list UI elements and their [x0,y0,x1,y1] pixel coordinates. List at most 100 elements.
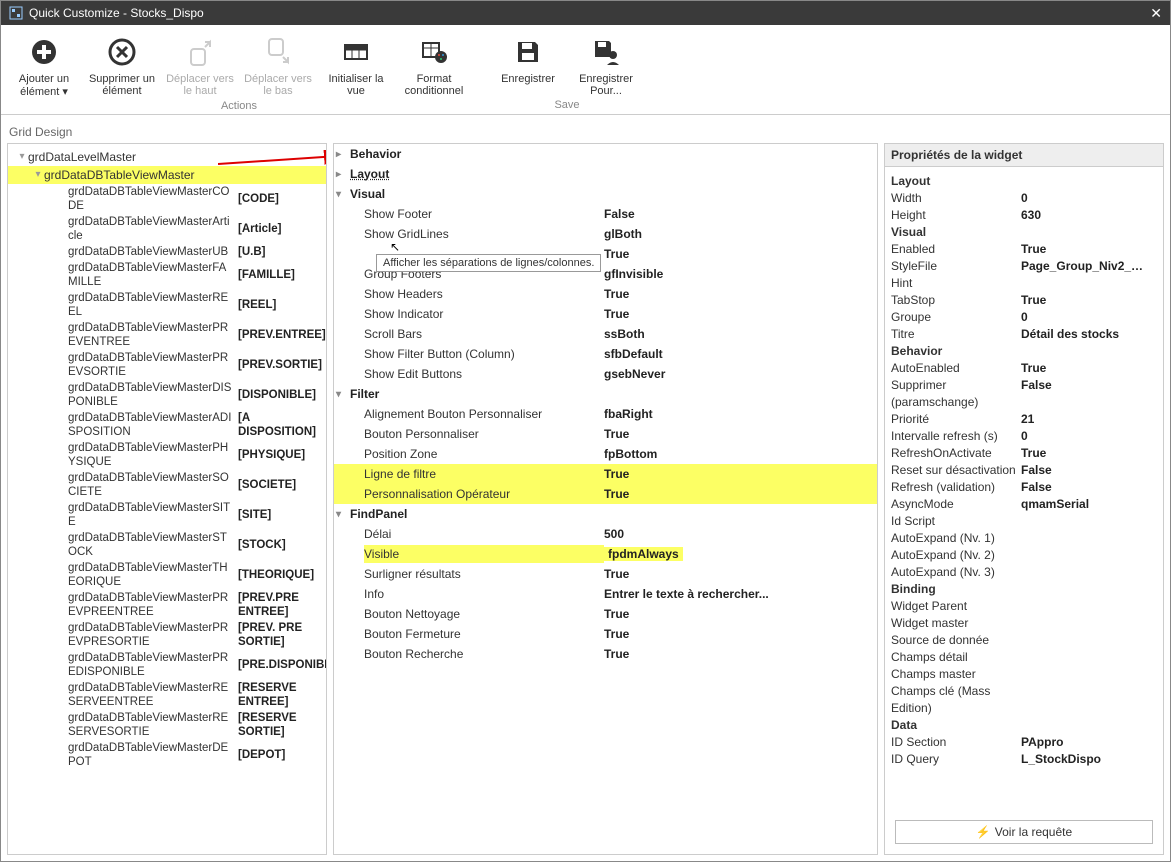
column-name: grdDataDBTableViewMasterSITE [68,501,238,529]
widget-prop-value: 0 [1021,190,1157,207]
tree-column[interactable]: grdDataDBTableViewMasterRESERVESORTIE[RE… [8,710,326,740]
property-row[interactable]: Bouton RechercheTrue [334,644,877,664]
widget-property-row[interactable]: Reset sur désactivationFalse [891,462,1157,479]
tree-column[interactable]: grdDataDBTableViewMasterCODE[CODE] [8,184,326,214]
widget-property-row[interactable]: ID QueryL_StockDispo [891,751,1157,768]
plus-circle-icon [27,35,61,69]
property-row[interactable]: Show FooterFalse [334,204,877,224]
widget-property-row[interactable]: Groupe0 [891,309,1157,326]
move-down-label: Déplacer vers le bas [243,73,313,97]
property-row[interactable]: Délai500 [334,524,877,544]
property-row[interactable]: Bouton NettoyageTrue [334,604,877,624]
widget-property-row[interactable]: AutoExpand (Nv. 2) [891,547,1157,564]
widget-property-row[interactable]: Width0 [891,190,1157,207]
widget-property-row[interactable]: Source de donnée [891,632,1157,649]
tree-column[interactable]: grdDataDBTableViewMasterUB[U.B] [8,244,326,260]
tree-column[interactable]: grdDataDBTableViewMasterTHEORIQUE[THEORI… [8,560,326,590]
close-icon[interactable]: ✕ [1150,5,1162,22]
section-layout[interactable]: ▸Layout [334,164,877,184]
section-findpanel[interactable]: ▾FindPanel [334,504,877,524]
tree-column[interactable]: grdDataDBTableViewMasterSTOCK[STOCK] [8,530,326,560]
widget-prop-value [1021,666,1157,683]
move-up-button[interactable]: Déplacer vers le haut [165,31,235,98]
property-key: Show Headers [364,285,604,303]
property-row[interactable]: Show HeadersTrue [334,284,877,304]
tree-column[interactable]: grdDataDBTableViewMasterREEL[REEL] [8,290,326,320]
tree-column[interactable]: grdDataDBTableViewMasterDEPOT[DEPOT] [8,740,326,770]
property-row[interactable]: VisiblefpdmAlways [334,544,877,564]
tree-column[interactable]: grdDataDBTableViewMasterDISPONIBLE[DISPO… [8,380,326,410]
tree-column[interactable]: grdDataDBTableViewMasterRESERVEENTREE[RE… [8,680,326,710]
move-down-button[interactable]: Déplacer vers le bas [243,31,313,98]
save-button[interactable]: Enregistrer [493,31,563,97]
widget-section: Binding [891,581,1157,598]
tree-column[interactable]: grdDataDBTableViewMasterPREDISPONIBLE[PR… [8,650,326,680]
property-row[interactable]: Show IndicatorTrue [334,304,877,324]
property-row[interactable]: Show GridLinesglBoth [334,224,877,244]
conditional-format-button[interactable]: Format conditionnel [399,31,469,98]
property-row[interactable]: Alignement Bouton PersonnaliserfbaRight [334,404,877,424]
view-query-button[interactable]: ⚡Voir la requête [895,820,1153,844]
widget-property-row[interactable]: Champs détail [891,649,1157,666]
property-row[interactable]: Ligne de filtreTrue [334,464,877,484]
widget-property-row[interactable]: Champs master [891,666,1157,683]
tree-tableview[interactable]: ▾grdDataDBTableViewMaster [8,166,326,184]
property-row[interactable]: Position ZonefpBottom [334,444,877,464]
widget-property-row[interactable]: Hint [891,275,1157,292]
tree-column[interactable]: grdDataDBTableViewMasterSOCIETE[SOCIETE] [8,470,326,500]
save-user-icon [589,35,623,69]
widget-property-row[interactable]: Intervalle refresh (s)0 [891,428,1157,445]
property-row[interactable]: Surligner résultatsTrue [334,564,877,584]
tree-column[interactable]: grdDataDBTableViewMasterPREVPRESORTIE[PR… [8,620,326,650]
widget-prop-value: False [1021,462,1157,479]
property-value: ssBoth [604,325,873,343]
property-row[interactable]: Bouton FermetureTrue [334,624,877,644]
tree-column[interactable]: grdDataDBTableViewMasterPREVSORTIE[PREV.… [8,350,326,380]
tree-column[interactable]: grdDataDBTableViewMasterArticle[Article] [8,214,326,244]
tree-column[interactable]: grdDataDBTableViewMasterPREVPREENTREE[PR… [8,590,326,620]
widget-property-row[interactable]: Refresh (validation)False [891,479,1157,496]
tree-column[interactable]: grdDataDBTableViewMasterADISPOSITION[A D… [8,410,326,440]
add-element-button[interactable]: Ajouter un élément ▾ [9,31,79,98]
widget-property-row[interactable]: Supprimer (paramschange)False [891,377,1157,411]
ribbon-save-group-label: Save [554,99,579,111]
widget-property-row[interactable]: AutoExpand (Nv. 3) [891,564,1157,581]
delete-element-button[interactable]: Supprimer un élément [87,31,157,98]
init-view-button[interactable]: Initialiser la vue [321,31,391,98]
widget-property-row[interactable]: Widget Parent [891,598,1157,615]
widget-prop-key: ID Query [891,751,1021,768]
widget-property-row[interactable]: AsyncModeqmamSerial [891,496,1157,513]
section-behavior[interactable]: ▸Behavior [334,144,877,164]
property-row[interactable]: InfoEntrer le texte à rechercher... [334,584,877,604]
widget-property-row[interactable]: TabStopTrue [891,292,1157,309]
property-key: Show Indicator [364,305,604,323]
chevron-right-icon: ▸ [336,149,348,160]
widget-property-row[interactable]: EnabledTrue [891,241,1157,258]
tree-column[interactable]: grdDataDBTableViewMasterFAMILLE[FAMILLE] [8,260,326,290]
section-visual[interactable]: ▾Visual [334,184,877,204]
widget-property-row[interactable]: Priorité21 [891,411,1157,428]
save-for-button[interactable]: Enregistrer Pour... [571,31,641,97]
widget-property-row[interactable]: Champs clé (Mass Edition) [891,683,1157,717]
widget-property-row[interactable]: Height630 [891,207,1157,224]
property-row[interactable]: Personnalisation OpérateurTrue [334,484,877,504]
widget-property-row[interactable]: ID SectionPAppro [891,734,1157,751]
widget-property-row[interactable]: AutoEnabledTrue [891,360,1157,377]
widget-property-row[interactable]: StyleFilePage_Group_Niv2_… [891,258,1157,275]
widget-property-row[interactable]: TitreDétail des stocks [891,326,1157,343]
tree-column[interactable]: grdDataDBTableViewMasterPREVENTREE[PREV.… [8,320,326,350]
property-row[interactable]: Scroll BarsssBoth [334,324,877,344]
widget-property-row[interactable]: RefreshOnActivateTrue [891,445,1157,462]
property-row[interactable]: Bouton PersonnaliserTrue [334,424,877,444]
property-row[interactable]: Show Filter Button (Column)sfbDefault [334,344,877,364]
widget-property-row[interactable]: Widget master [891,615,1157,632]
property-row[interactable]: Show Edit ButtonsgsebNever [334,364,877,384]
tree-root[interactable]: ▾grdDataLevelMaster [8,148,326,166]
widget-property-row[interactable]: Id Script [891,513,1157,530]
widget-property-row[interactable]: AutoExpand (Nv. 1) [891,530,1157,547]
tree-column[interactable]: grdDataDBTableViewMasterPHYSIQUE[PHYSIQU… [8,440,326,470]
tree-column[interactable]: grdDataDBTableViewMasterSITE[SITE] [8,500,326,530]
section-filter[interactable]: ▾Filter [334,384,877,404]
widget-prop-value: 630 [1021,207,1157,224]
property-key: Personnalisation Opérateur [364,485,604,503]
